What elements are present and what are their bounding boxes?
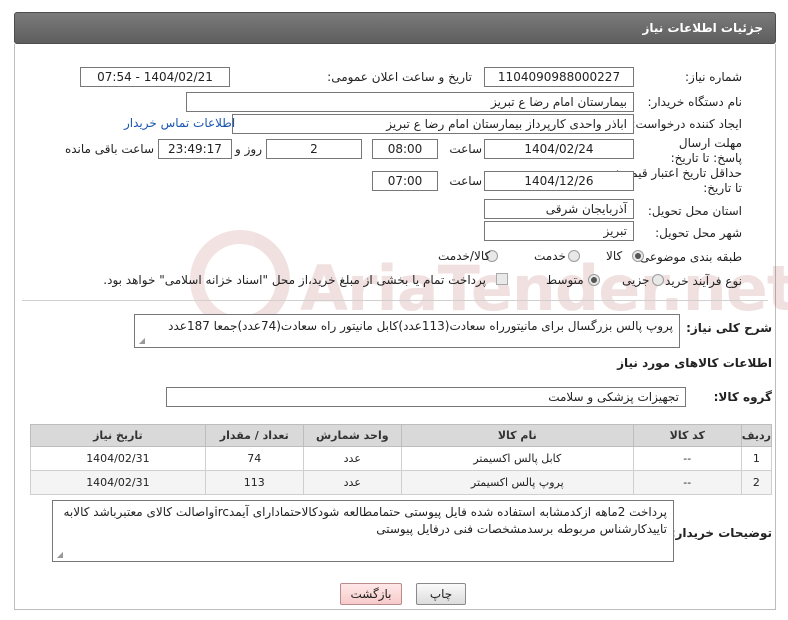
- col-header-quantity: تعداد / مقدار: [204, 424, 304, 447]
- col-header-goods-name: نام کالا: [400, 424, 634, 447]
- province-field[interactable]: آذربایجان شرقی: [484, 199, 634, 219]
- goods-group-field[interactable]: تجهیزات پزشکی و سلامت: [166, 387, 686, 407]
- table-row[interactable]: 1 -- کابل پالس اکسیمتر عدد 74 1404/02/31: [30, 446, 773, 471]
- validity-date-field[interactable]: 1404/12/26: [484, 171, 634, 191]
- table-row[interactable]: 2 -- پروپ پالس اکسیمتر عدد 113 1404/02/3…: [30, 470, 773, 495]
- back-button[interactable]: بازگشت: [340, 583, 402, 605]
- goods-section-title: اطلاعات کالاهای مورد نیاز: [617, 356, 772, 370]
- city-field[interactable]: تبریز: [484, 221, 634, 241]
- need-number-label: شماره نیاز:: [685, 70, 742, 84]
- city-label: شهر محل تحویل:: [655, 226, 742, 240]
- treasury-payment-checkbox[interactable]: [496, 273, 508, 285]
- cell-unit: عدد: [302, 446, 402, 471]
- category-label: طبقه بندی موضوعی:: [635, 250, 742, 264]
- days-label: روز و: [235, 142, 262, 156]
- page-header: جزئیات اطلاعات نیاز: [14, 12, 776, 44]
- section-divider: [22, 300, 768, 301]
- purchase-type-label: نوع فرآیند خرید :: [657, 274, 742, 288]
- cell-goods-code: --: [632, 446, 742, 471]
- purchase-radio-minor[interactable]: [652, 274, 664, 286]
- cell-unit: عدد: [302, 470, 402, 495]
- summary-text: پروپ پالس بزرگسال برای مانیتورراه سعادت(…: [168, 319, 673, 333]
- buyer-notes-text: پرداخت 2ماهه ازکدمشابه استفاده شده فایل …: [63, 505, 667, 536]
- purchase-option-medium: متوسط: [546, 273, 584, 287]
- cell-goods-code: --: [632, 470, 742, 495]
- cell-goods-name: کابل پالس اکسیمتر: [400, 446, 634, 471]
- reply-time-label: ساعت: [449, 142, 482, 156]
- validity-time-field[interactable]: 07:00: [372, 171, 438, 191]
- need-number-field[interactable]: 1104090988000227: [484, 67, 634, 87]
- col-header-need-date: تاریخ نیاز: [30, 424, 206, 447]
- resize-grip-icon[interactable]: ◢: [137, 337, 145, 345]
- category-radio-service[interactable]: [568, 250, 580, 262]
- col-header-row-number: ردیف: [740, 424, 773, 447]
- buyer-notes-label: توضیحات خریدار:: [670, 526, 772, 540]
- remaining-time-label: ساعت باقی مانده: [64, 142, 154, 156]
- creator-field[interactable]: اباذر واحدی کارپرداز بیمارستان امام رضا …: [232, 114, 634, 134]
- buyer-org-field[interactable]: بیمارستان امام رضا ع تبریز: [186, 92, 634, 112]
- need-details-page: جزئیات اطلاعات نیاز AriaTender.net شماره…: [0, 0, 788, 620]
- announce-date-field[interactable]: 1404/02/21 - 07:54: [80, 67, 230, 87]
- remaining-time-field[interactable]: 23:49:17: [158, 139, 232, 159]
- cell-row-number: 1: [740, 446, 773, 471]
- category-option-service: خدمت: [534, 249, 566, 263]
- treasury-payment-note: پرداخت تمام یا بخشی از مبلغ خرید،از محل …: [103, 273, 486, 287]
- announce-date-label: تاریخ و ساعت اعلان عمومی:: [327, 70, 472, 84]
- goods-group-label: گروه کالا:: [713, 390, 772, 404]
- cell-row-number: 2: [740, 470, 773, 495]
- validity-time-label: ساعت: [449, 174, 482, 188]
- cell-need-date: 1404/02/31: [30, 446, 206, 471]
- reply-deadline-label: مهلت ارسال پاسخ: تا تاریخ:: [670, 136, 742, 165]
- print-button[interactable]: چاپ: [416, 583, 466, 605]
- col-header-unit: واحد شمارش: [302, 424, 402, 447]
- cell-need-date: 1404/02/31: [30, 470, 206, 495]
- cell-quantity: 113: [204, 470, 304, 495]
- table-header-row: ردیف کد کالا نام کالا واحد شمارش تعداد /…: [30, 424, 773, 447]
- cell-goods-name: پروپ پالس اکسیمتر: [400, 470, 634, 495]
- col-header-goods-code: کد کالا: [632, 424, 742, 447]
- category-radio-goods[interactable]: [632, 250, 644, 262]
- purchase-radio-medium[interactable]: [588, 274, 600, 286]
- summary-textarea[interactable]: پروپ پالس بزرگسال برای مانیتورراه سعادت(…: [134, 314, 680, 348]
- summary-label: شرح کلی نیاز:: [686, 321, 772, 335]
- cell-quantity: 74: [204, 446, 304, 471]
- reply-date-field[interactable]: 1404/02/24: [484, 139, 634, 159]
- creator-label: ایجاد کننده درخواست:: [631, 117, 742, 131]
- resize-grip-icon[interactable]: ◢: [55, 551, 63, 559]
- reply-time-field[interactable]: 08:00: [372, 139, 438, 159]
- category-option-goods-service: کالا/خدمت: [438, 249, 491, 263]
- purchase-option-minor: جزیی: [622, 273, 650, 287]
- buyer-org-label: نام دستگاه خریدار:: [647, 95, 743, 109]
- goods-table: ردیف کد کالا نام کالا واحد شمارش تعداد /…: [30, 424, 773, 495]
- buyer-notes-textarea[interactable]: پرداخت 2ماهه ازکدمشابه استفاده شده فایل …: [52, 500, 674, 562]
- days-field[interactable]: 2: [266, 139, 362, 159]
- buyer-contact-link[interactable]: اطلاعات تماس خریدار: [124, 116, 235, 130]
- province-label: استان محل تحویل:: [647, 204, 742, 218]
- category-option-goods: کالا: [606, 249, 623, 263]
